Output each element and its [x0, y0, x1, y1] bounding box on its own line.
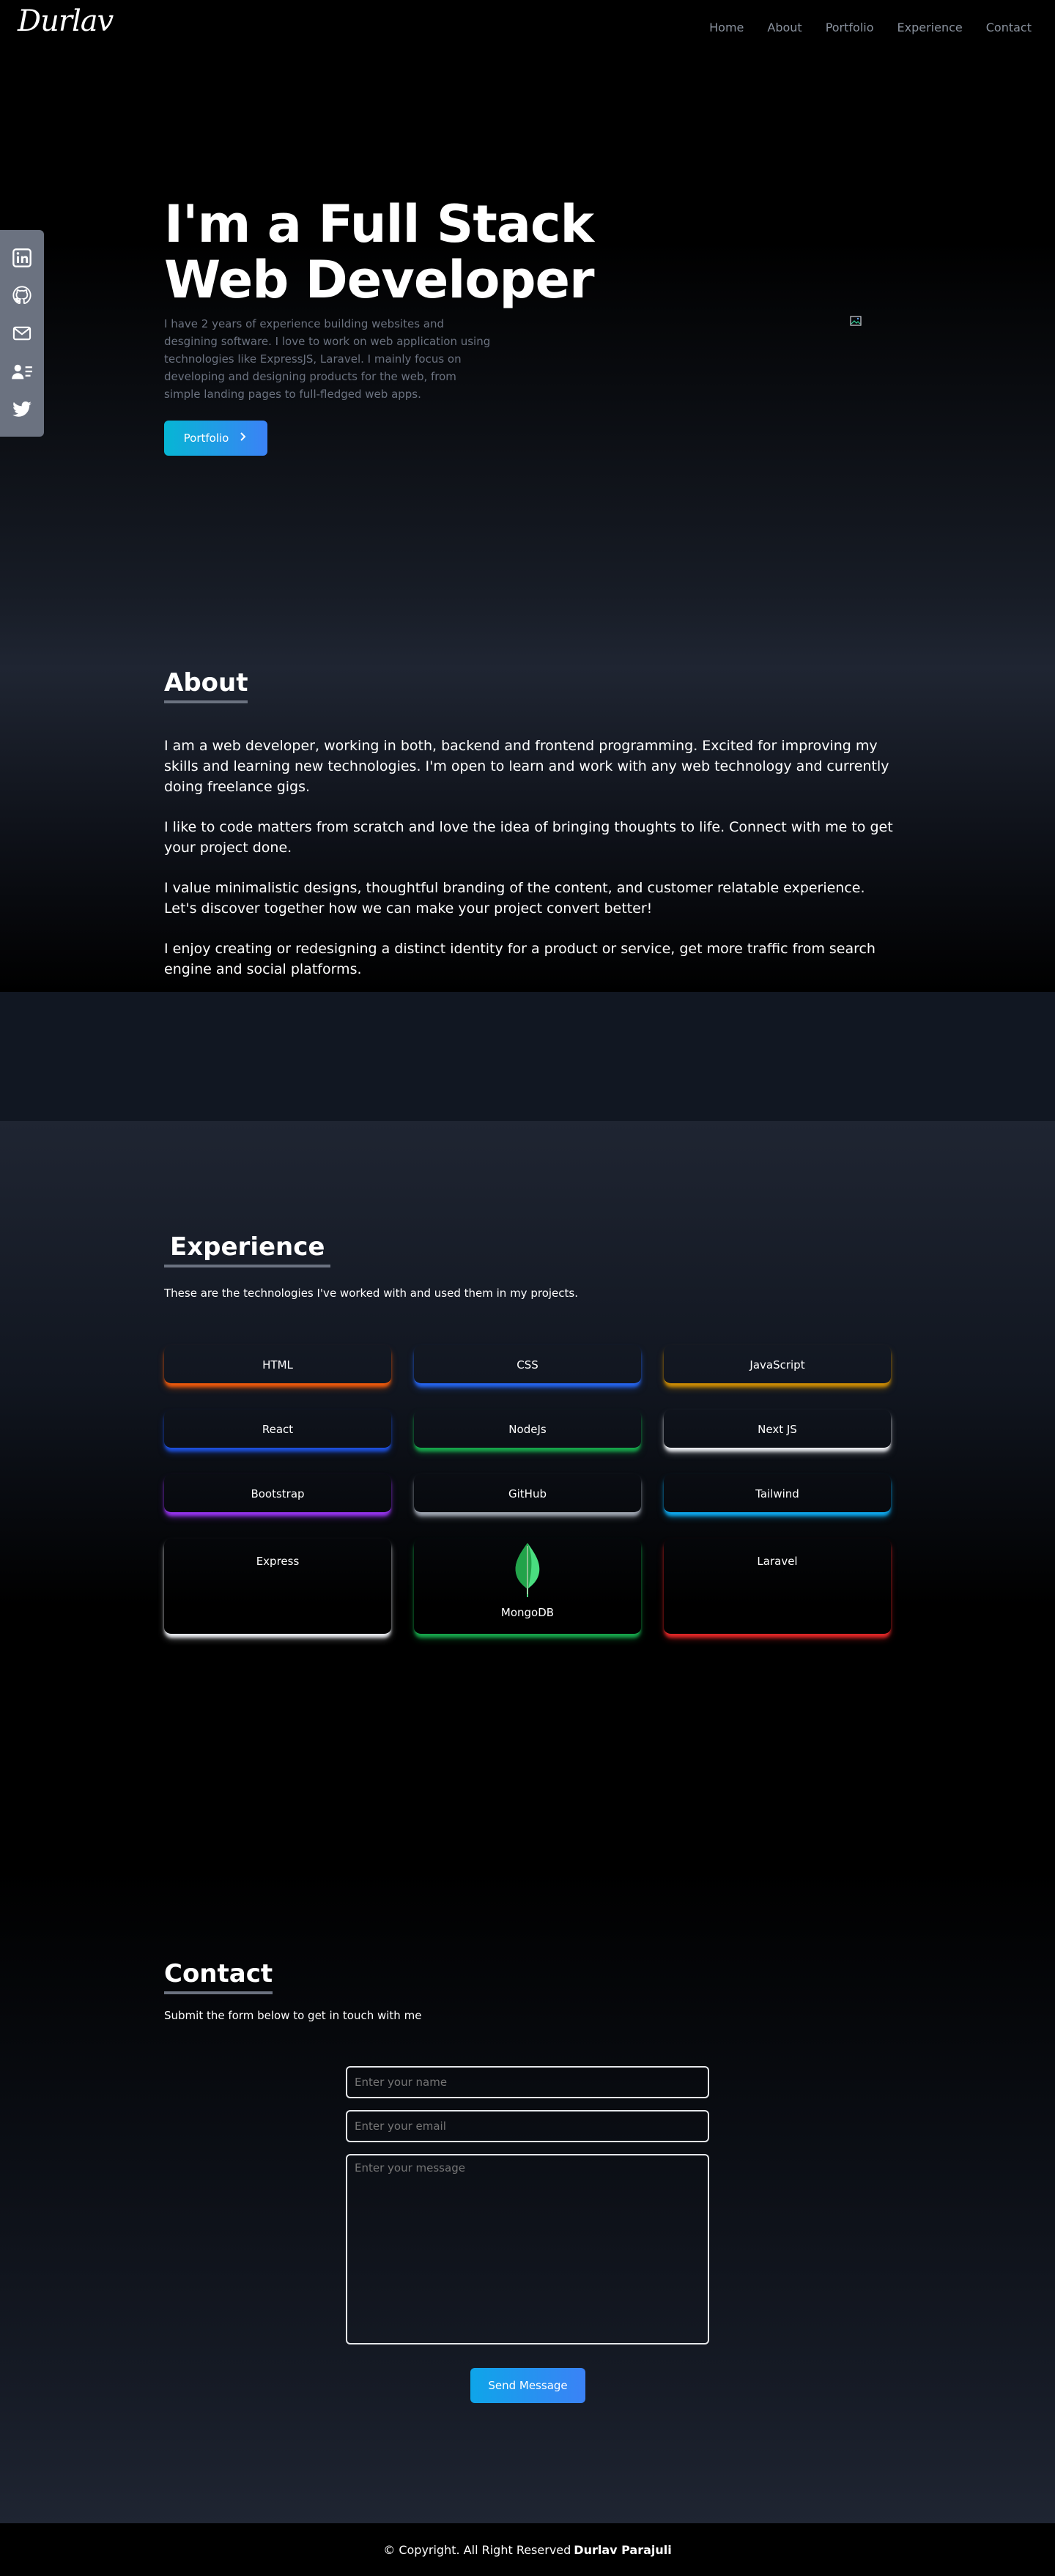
footer: © Copyright. All Right Reserved Durlav P… [0, 2523, 1055, 2576]
tech-card: NodeJs [414, 1410, 641, 1449]
experience-subtitle: These are the technologies I've worked w… [164, 1287, 578, 1300]
about-title: About [164, 668, 248, 703]
about-paragraph: I value minimalistic designs, thoughtful… [164, 880, 865, 917]
twitter-icon[interactable] [11, 398, 33, 420]
tech-card-label: CSS [517, 1358, 538, 1372]
tech-card-label: HTML [262, 1358, 293, 1372]
tech-card: MongoDB [414, 1539, 641, 1635]
tech-card-label: Bootstrap [251, 1487, 305, 1500]
contact-subtitle: Submit the form below to get in touch wi… [164, 2009, 422, 2022]
contact-section: Contact Submit the form below to get in … [0, 1868, 1055, 2523]
tech-card-label: MongoDB [500, 1606, 555, 1619]
tech-card-label: Express [256, 1555, 300, 1568]
nav-link-experience[interactable]: Experience [897, 21, 963, 34]
mongodb-leaf-icon [513, 1541, 542, 1602]
tech-card: Tailwind [664, 1474, 891, 1514]
portfolio-button-label: Portfolio [183, 432, 229, 445]
linkedin-icon[interactable] [11, 247, 33, 269]
logo[interactable]: Durlav [18, 4, 114, 38]
name-input[interactable] [346, 2066, 709, 2098]
tech-card-label: NodeJs [508, 1423, 547, 1436]
message-textarea[interactable] [346, 2154, 709, 2344]
about-paragraph: I like to code matters from scratch and … [164, 819, 893, 856]
about-section: About I am a web developer, working in b… [0, 668, 1055, 992]
tech-card-label: Tailwind [755, 1487, 799, 1500]
nav-link-contact[interactable]: Contact [986, 21, 1032, 34]
tech-card-label: Next JS [758, 1423, 797, 1436]
tech-card: Laravel [664, 1539, 891, 1635]
email-input[interactable] [346, 2110, 709, 2142]
resume-icon[interactable] [11, 360, 33, 382]
about-text: I am a web developer, working in both, b… [164, 736, 897, 999]
tech-card: GitHub [414, 1474, 641, 1514]
portfolio-button[interactable]: Portfolio [164, 421, 267, 456]
contact-title: Contact [164, 1959, 273, 1994]
tech-card: Bootstrap [164, 1474, 391, 1514]
footer-author: Durlav Parajuli [574, 2542, 672, 2557]
hero-title: I'm a Full Stack Web Developer [164, 194, 595, 310]
section-divider [0, 992, 1055, 1121]
nav-link-portfolio[interactable]: Portfolio [826, 21, 874, 34]
tech-card: Next JS [664, 1410, 891, 1449]
chevron-right-icon [239, 432, 248, 445]
tech-card: Express [164, 1539, 391, 1635]
tech-card-label: Laravel [757, 1555, 798, 1568]
tech-card: CSS [414, 1345, 641, 1385]
mail-icon[interactable] [11, 322, 33, 344]
tech-card: HTML [164, 1345, 391, 1385]
navbar: Durlav Home About Portfolio Experience C… [0, 0, 1055, 57]
nav-link-about[interactable]: About [767, 21, 802, 34]
tech-card: React [164, 1410, 391, 1449]
copyright-text: © Copyright. All Right Reserved [383, 2542, 571, 2557]
broken-image-icon [850, 315, 863, 327]
tech-card-label: GitHub [508, 1487, 547, 1500]
send-message-button[interactable]: Send Message [470, 2368, 585, 2403]
experience-title: Experience [164, 1232, 331, 1267]
tech-card: JavaScript [664, 1345, 891, 1385]
experience-section: Experience These are the technologies I'… [0, 1121, 1055, 1868]
nav-link-home[interactable]: Home [709, 21, 744, 34]
github-icon[interactable] [11, 284, 33, 306]
nav-menu: Home About Portfolio Experience Contact [709, 21, 1032, 34]
hero-description: I have 2 years of experience building we… [164, 317, 491, 401]
social-sidebar [0, 230, 44, 437]
tech-card-label: React [262, 1423, 294, 1436]
about-paragraph: I am a web developer, working in both, b… [164, 738, 889, 795]
about-paragraph: I enjoy creating or redesigning a distin… [164, 941, 876, 977]
tech-card-label: JavaScript [749, 1358, 805, 1372]
hero-section: I'm a Full Stack Web Developer I have 2 … [0, 57, 1055, 668]
